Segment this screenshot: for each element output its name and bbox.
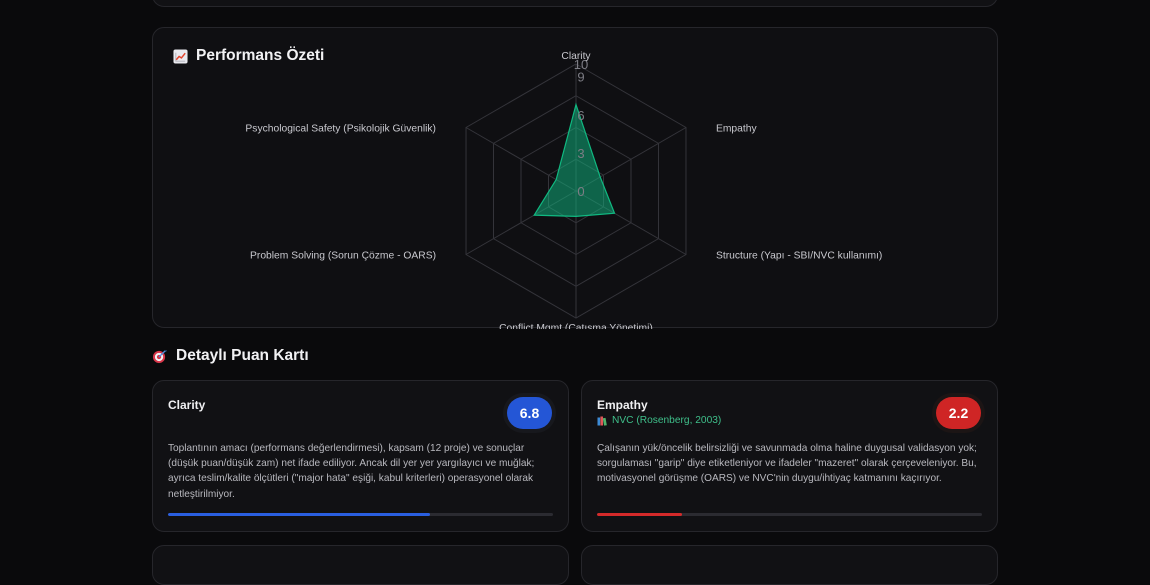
radar-axis-label: Problem Solving (Sorun Çözme - OARS)	[250, 251, 436, 262]
score-card-name: Clarity	[168, 398, 206, 412]
radar-axis-label: Empathy	[716, 124, 757, 135]
radar-tick-label: 3	[577, 146, 584, 161]
score-badge: 6.8	[507, 397, 552, 429]
radar-axis-label: Clarity	[561, 51, 591, 62]
score-card-next-left	[152, 545, 569, 585]
radar-axis-label: Conflict Mgmt (Çatışma Yönetimi)	[499, 323, 653, 329]
score-card-description: Çalışanın yük/öncelik belirsizliği ve sa…	[597, 443, 977, 485]
radar-chart: 036910ClarityEmpathyStructure (Yapı - SB…	[245, 51, 882, 329]
radar-tick-label: 0	[577, 184, 584, 199]
score-progress-fill	[168, 513, 430, 516]
score-card-description: Toplantının amacı (performans değerlendi…	[168, 443, 535, 500]
score-progress-fill	[597, 513, 682, 516]
radar-tick-label: 6	[577, 108, 584, 123]
performance-summary-card: Performans Özeti 0 3 6 9 10 Clarity Empathy Str…	[152, 27, 998, 329]
score-card-reference-text: NVC (Rosenberg, 2003)	[612, 415, 722, 426]
score-progress-track	[168, 513, 553, 516]
score-card-next-right	[581, 545, 998, 585]
radar-series-area	[533, 102, 616, 218]
score-card-empathy: Empathy NVC (Rosenberg, 2003) 2.2 Çalışa…	[581, 380, 998, 532]
score-progress-track	[597, 513, 982, 516]
radar-axis-label: Psychological Safety (Psikolojik Güvenli…	[245, 124, 436, 135]
score-card-name: Empathy	[597, 398, 648, 412]
radar-axis-label: Structure (Yapı - SBI/NVC kullanımı)	[716, 251, 882, 262]
previous-section-card	[152, 0, 998, 7]
scorecard-header: Detaylı Puan Kartı	[152, 347, 309, 365]
scorecard-title: Detaylı Puan Kartı	[176, 347, 309, 364]
score-badge: 2.2	[936, 397, 981, 429]
score-card-clarity: Clarity 6.8 Toplantının amacı (performan…	[152, 380, 569, 532]
books-icon	[597, 416, 607, 426]
score-card-reference: NVC (Rosenberg, 2003)	[597, 415, 721, 426]
target-icon	[152, 349, 167, 363]
